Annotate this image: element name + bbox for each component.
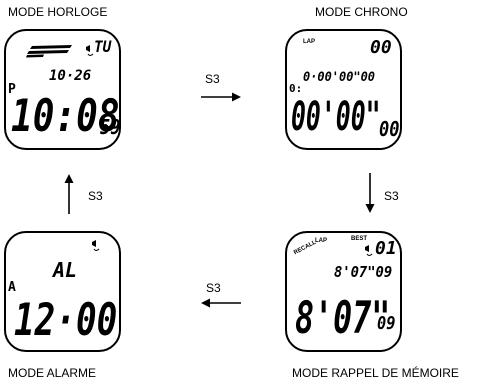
lap-number: 01: [375, 238, 397, 259]
speaker-icon: [92, 240, 100, 251]
chrono-main-readout: 00'00": [291, 94, 381, 140]
s3-label-clock-to-chrono: S3: [205, 72, 220, 86]
hour-prefix: 0:: [289, 82, 303, 95]
hundredths-readout: 00: [379, 117, 400, 141]
s3-label-alarm-to-clock: S3: [88, 189, 103, 203]
best-indicator: BEST: [351, 236, 368, 242]
alarm-mode-display: AL A 12·00: [4, 231, 121, 352]
arrow-down-icon: [365, 173, 375, 213]
speaker-icon: [365, 245, 373, 256]
seconds-readout: 59: [100, 115, 121, 139]
lap-indicator: LAP: [315, 238, 327, 244]
arrow-left-icon: [201, 298, 241, 308]
battery-level-icon: [26, 45, 72, 58]
recall-mode-caption: MODE RAPPEL DE MÉMOIRE: [292, 366, 459, 380]
clock-mode-display: TU 10·26 P 10:08 59: [4, 29, 121, 150]
arrow-up-icon: [64, 174, 74, 214]
recall-hundredths-readout: 09: [377, 313, 396, 334]
split-time-readout: 0·00'00"00: [303, 70, 376, 85]
day-of-week: TU: [94, 37, 112, 56]
recall-indicator: RECALL: [293, 239, 318, 257]
alarm-label: AL: [53, 258, 78, 282]
chrono-mode-display: LAP 00 0: 0·00'00"00 00'00" 00: [285, 29, 402, 150]
chrono-mode-caption: MODE CHRONO: [315, 5, 408, 19]
alarm-time-readout: 12·00: [14, 295, 118, 346]
arrow-right-icon: [201, 92, 241, 102]
s3-label-recall-to-alarm: S3: [206, 281, 221, 295]
alarm-mode-caption: MODE ALARME: [8, 366, 97, 380]
lap-counter: 00: [370, 37, 392, 58]
clock-mode-caption: MODE HORLOGE: [8, 5, 108, 19]
lap-indicator: LAP: [303, 39, 315, 45]
alarm-a-indicator: A: [8, 280, 16, 295]
lap-time-readout: 8'07"09: [334, 263, 393, 281]
s3-label-chrono-to-recall: S3: [384, 189, 399, 203]
date-readout: 10·26: [49, 68, 92, 84]
recall-mode-display: RECALL LAP BEST 01 8'07"09 8'07" 09: [285, 231, 402, 352]
